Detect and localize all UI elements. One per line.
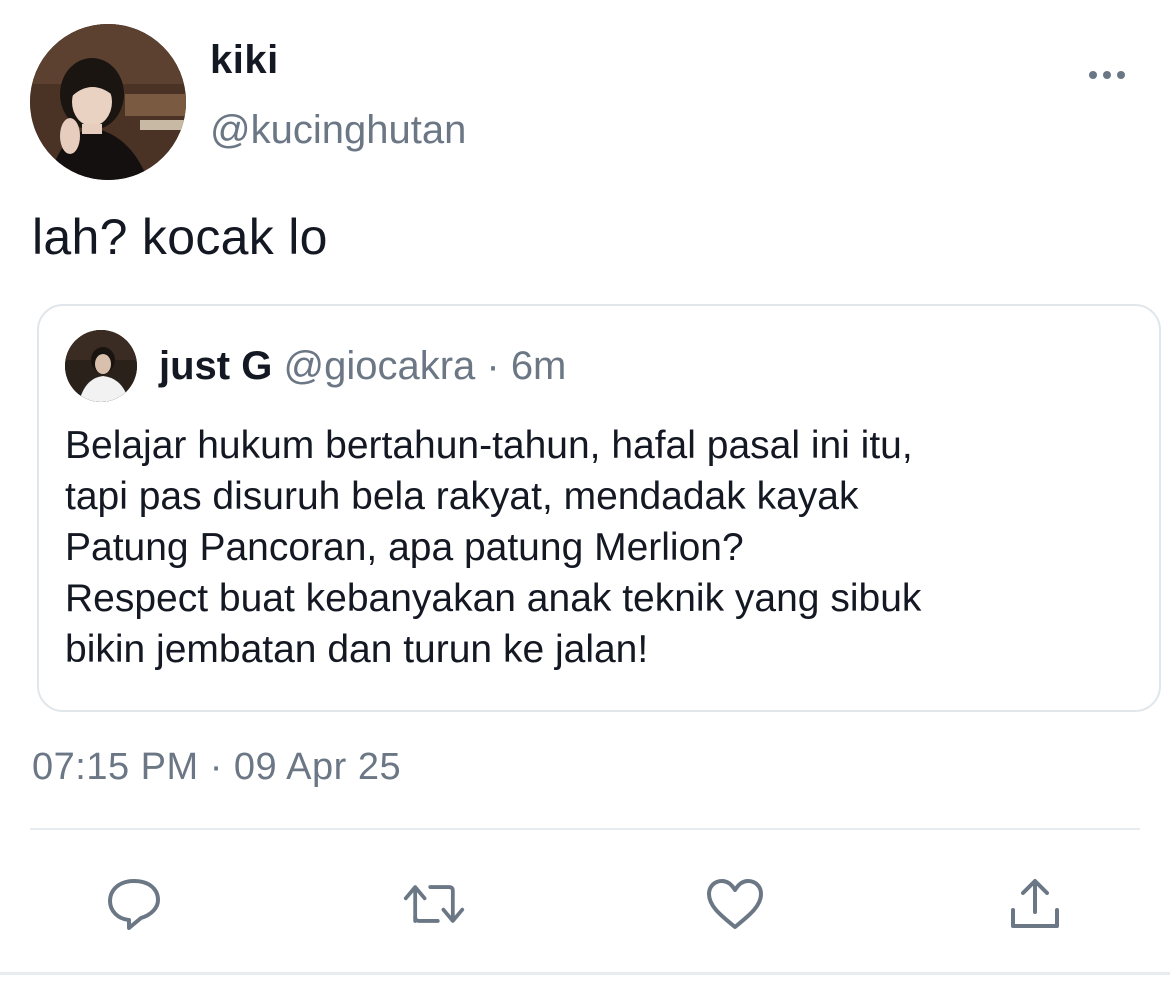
retweet-icon bbox=[403, 885, 465, 923]
quoted-text-line: Patung Pancoran, apa patung Merlion? bbox=[65, 526, 744, 569]
more-dots-icon bbox=[1089, 71, 1125, 79]
quoted-text-line: tapi pas disuruh bela rakyat, mendadak k… bbox=[65, 475, 859, 518]
quoted-tweet-text: Belajar hukum bertahun-tahun, hafal pasa… bbox=[65, 420, 1125, 675]
reply-button[interactable] bbox=[102, 872, 166, 936]
share-button[interactable] bbox=[1003, 872, 1067, 936]
share-icon bbox=[1011, 879, 1059, 928]
like-button[interactable] bbox=[703, 872, 767, 936]
quoted-display-name: just G bbox=[159, 344, 273, 388]
tweet-detail: kiki @kucinghutan lah? kocak lo just G @… bbox=[0, 0, 1170, 993]
tweet-timestamp[interactable]: 07:15 PM · 09 Apr 25 bbox=[32, 746, 401, 789]
quoted-text-line: Belajar hukum bertahun-tahun, hafal pasa… bbox=[65, 424, 913, 467]
quoted-avatar-photo bbox=[65, 330, 137, 402]
tweet-text: lah? kocak lo bbox=[32, 209, 328, 265]
actions-divider bbox=[30, 828, 1140, 830]
author-avatar[interactable] bbox=[30, 24, 186, 180]
author-handle[interactable]: @kucinghutan bbox=[210, 108, 466, 153]
author-avatar-photo bbox=[30, 24, 186, 180]
quoted-author-avatar bbox=[65, 330, 137, 402]
retweet-button[interactable] bbox=[402, 872, 466, 936]
quoted-text-line: Respect buat kebanyakan anak teknik yang… bbox=[65, 577, 922, 620]
reply-icon bbox=[108, 879, 160, 930]
quoted-header: just G @giocakra · 6m bbox=[159, 344, 566, 389]
author-display-name[interactable]: kiki bbox=[210, 38, 279, 83]
quoted-tweet-card[interactable]: just G @giocakra · 6m Belajar hukum bert… bbox=[37, 304, 1161, 712]
quoted-handle-time: @giocakra · 6m bbox=[283, 344, 567, 388]
quoted-text-line: bikin jembatan dan turun ke jalan! bbox=[65, 628, 649, 671]
bottom-divider bbox=[0, 972, 1170, 975]
heart-icon bbox=[707, 879, 763, 929]
more-options-button[interactable] bbox=[1080, 58, 1134, 92]
